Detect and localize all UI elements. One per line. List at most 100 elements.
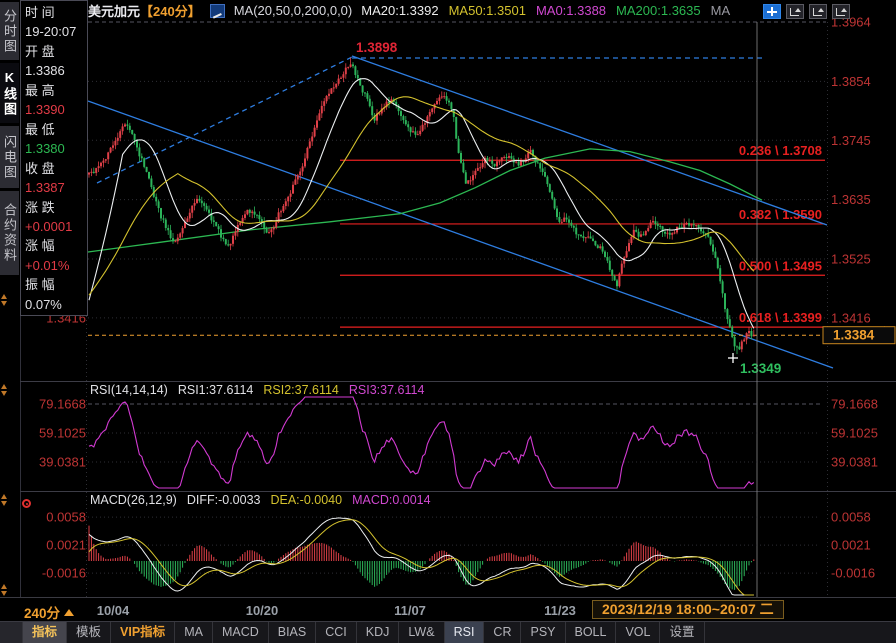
- shift-axis-button[interactable]: [832, 4, 850, 19]
- time-axis: 240分 10/0410/2011/0711/23 2023/12/19 18:…: [0, 597, 896, 622]
- chart-header: 美元加元 【240分】 MA(20,50,0,200,0,0) MA20:1.3…: [88, 0, 730, 21]
- toolbar-button-MACD[interactable]: MACD: [213, 622, 269, 643]
- info-row-label: 涨 跌: [25, 198, 87, 217]
- indicator-header-label: RSI1:37.6114: [178, 383, 254, 397]
- indicator-header-label: RSI(14,14,14): [90, 383, 168, 397]
- toolbar-button-RSI[interactable]: RSI: [445, 622, 485, 643]
- toolbar-button-MA[interactable]: MA: [175, 622, 213, 643]
- trading-app-window: 1.39641.38541.37451.36351.35251.34161.34…: [0, 0, 896, 643]
- toolbar-button-CCI[interactable]: CCI: [316, 622, 357, 643]
- chart-label: 59.1025: [39, 425, 86, 440]
- info-row-label: 涨 幅: [25, 236, 87, 255]
- sidebar-tab-active[interactable]: K线图: [0, 63, 19, 123]
- chart-label: 1.3349: [740, 361, 781, 376]
- quote-info-panel: 时 间19-20:07开 盘1.3386最 高1.3390最 低1.3380收 …: [20, 0, 88, 316]
- info-row-value: 1.3380: [25, 139, 87, 158]
- toolbar-button-PSY[interactable]: PSY: [521, 622, 565, 643]
- period-badge: 【240分】: [140, 1, 201, 20]
- chart-label: 1.3635: [831, 192, 871, 207]
- toolbar-button-VIP指标[interactable]: VIP指标: [111, 622, 175, 643]
- toolbar-button-指标[interactable]: 指标: [23, 622, 67, 643]
- panel-splitter-handle[interactable]: [0, 384, 9, 396]
- info-row-label: 最 高: [25, 81, 87, 100]
- chart-label: 1.3854: [831, 74, 871, 89]
- chart-tools: [763, 4, 850, 19]
- info-row-value: 1.3387: [25, 178, 87, 197]
- indicator-header-label: RSI2:37.6114: [263, 383, 339, 397]
- x-axis-scale-button[interactable]: [809, 4, 827, 19]
- chart-label: 1.3384: [833, 328, 875, 343]
- info-row-label: 最 低: [25, 120, 87, 139]
- toolbar-button-CR[interactable]: CR: [484, 622, 521, 643]
- toolbar-button-VOL[interactable]: VOL: [616, 622, 660, 643]
- info-row-value: 19-20:07: [25, 22, 87, 41]
- info-row-value: 1.3386: [25, 61, 87, 80]
- chart-label: 0.500 \ 1.3495: [739, 258, 822, 273]
- toolbar-items: 指标模板VIP指标MAMACDBIASCCIKDJLW&RSICRPSYBOLL…: [23, 622, 705, 643]
- chart-type-icon[interactable]: [210, 4, 225, 18]
- chart-label: 0.0021: [831, 538, 871, 553]
- date-tick-label: 10/20: [246, 603, 279, 618]
- sidebar-tab-item[interactable]: 闪电图: [0, 126, 19, 188]
- chart-label: 0.0058: [46, 510, 86, 525]
- ma-value-label: MA20:1.3392: [361, 3, 438, 18]
- sidebar-tab-item[interactable]: 分时图: [0, 2, 19, 60]
- indicator-header-label: MACD(26,12,9): [90, 493, 177, 507]
- info-row-value: +0.01%: [25, 256, 87, 275]
- chart-label: -0.0016: [831, 566, 875, 581]
- macd-header: MACD(26,12,9) DIFF:-0.0033 DEA:-0.0040 MACD…: [90, 493, 431, 507]
- ma-value-label: MA: [711, 3, 731, 18]
- indicator-header-label: RSI3:37.6114: [349, 383, 425, 397]
- macd-settings-icon[interactable]: [22, 499, 31, 508]
- toolbar-button-LW&[interactable]: LW&: [399, 622, 444, 643]
- toolbar-button-设置[interactable]: 设置: [660, 622, 704, 643]
- rsi-header: RSI(14,14,14) RSI1:37.6114 RSI2:37.6114 RSI…: [90, 383, 424, 397]
- info-row-value: 1.3390: [25, 100, 87, 119]
- panel-splitter-handle[interactable]: [0, 494, 9, 506]
- triangle-up-icon: [64, 609, 74, 616]
- period-selector[interactable]: 240分: [24, 602, 74, 622]
- crosshair-tool-button[interactable]: [763, 4, 781, 19]
- chart-label: 39.0381: [831, 455, 878, 470]
- indicator-header-label: DIFF:-0.0033: [187, 493, 261, 507]
- ma-settings-label: MA(20,50,0,200,0,0): [234, 3, 353, 18]
- date-tick-label: 11/23: [544, 603, 576, 618]
- symbol-title: 美元加元: [88, 1, 140, 20]
- panel-splitter-handle[interactable]: [0, 294, 9, 306]
- info-row-label: 时 间: [25, 3, 87, 22]
- indicator-header-label: DEA:-0.0040: [270, 493, 342, 507]
- toolbar-button-BOLL[interactable]: BOLL: [566, 622, 617, 643]
- ma-value-label: MA200:1.3635: [616, 3, 701, 18]
- indicator-header-label: MACD:0.0014: [352, 493, 431, 507]
- chart-label: 1.3745: [831, 133, 871, 148]
- crosshair-date-badge: 2023/12/19 18:00~20:07 二: [592, 600, 784, 619]
- chart-label: 1.3525: [831, 252, 871, 267]
- info-row-label: 开 盘: [25, 42, 87, 61]
- chart-label: 1.3416: [831, 310, 871, 325]
- chart-label: 79.1668: [831, 397, 878, 412]
- chart-canvas[interactable]: 1.39641.38541.37451.36351.35251.34161.34…: [0, 0, 896, 643]
- sidebar-tab-item[interactable]: 合约资料: [0, 191, 19, 275]
- toolbar-button-模板[interactable]: 模板: [67, 622, 111, 643]
- ma-value-label: MA50:1.3501: [449, 3, 526, 18]
- toolbar-corner: [0, 622, 23, 643]
- chart-label: 79.1668: [39, 397, 86, 412]
- date-tick-label: 11/07: [394, 603, 426, 618]
- ma-values: MA20:1.3392MA50:1.3501MA0:1.3388MA200:1.…: [361, 3, 730, 18]
- chart-label: 0.0058: [831, 510, 871, 525]
- chart-label: 0.382 \ 1.3590: [739, 207, 822, 222]
- info-row-label: 收 盘: [25, 159, 87, 178]
- chart-label: 1.3898: [356, 40, 398, 55]
- toolbar-button-KDJ[interactable]: KDJ: [357, 622, 400, 643]
- chart-label: 0.0021: [46, 538, 86, 553]
- toolbar-button-BIAS[interactable]: BIAS: [269, 622, 317, 643]
- y-axis-scale-button[interactable]: [786, 4, 804, 19]
- panel-splitter-handle[interactable]: [0, 584, 9, 596]
- chart-label: 0.236 \ 1.3708: [739, 143, 822, 158]
- info-row-label: 振 幅: [25, 275, 87, 294]
- indicator-toolbar: 指标模板VIP指标MAMACDBIASCCIKDJLW&RSICRPSYBOLL…: [0, 622, 896, 643]
- info-row-value: +0.0001: [25, 217, 87, 236]
- chart-label: 59.1025: [831, 425, 878, 440]
- info-row-value: 0.07%: [25, 295, 87, 314]
- period-selector-label: 240分: [24, 602, 60, 622]
